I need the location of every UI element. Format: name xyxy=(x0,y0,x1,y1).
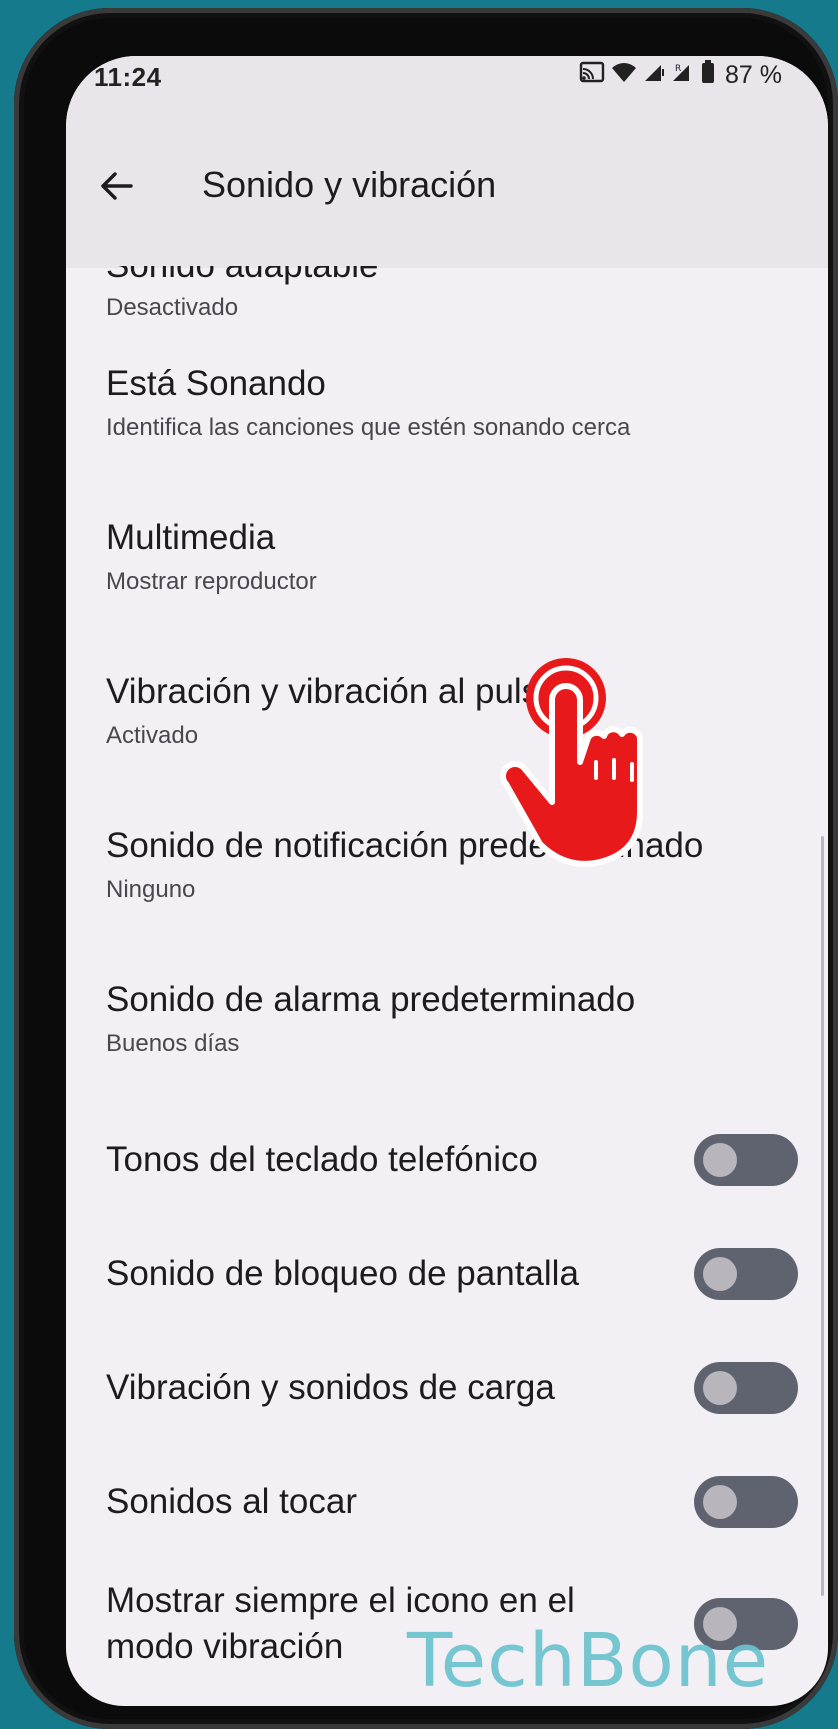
svg-text:R: R xyxy=(675,64,681,74)
settings-item-subtitle: Activado xyxy=(106,722,199,749)
status-time: 11:24 xyxy=(94,62,162,92)
switch-knob xyxy=(703,1143,737,1177)
settings-item-default-notification-sound[interactable]: Sonido de notificación predeterminado Ni… xyxy=(106,824,798,904)
settings-item-title: Multimedia xyxy=(106,518,276,557)
settings-item-subtitle: Desactivado xyxy=(106,294,239,321)
toggle-row-touch-sounds[interactable]: Sonidos al tocar xyxy=(106,1472,798,1532)
scrollbar[interactable] xyxy=(821,836,824,1596)
back-button[interactable] xyxy=(88,158,144,214)
status-icons: R 87 % xyxy=(579,60,782,91)
cast-icon xyxy=(579,61,605,90)
charging-sounds-switch[interactable] xyxy=(694,1362,798,1414)
battery-icon xyxy=(701,60,715,91)
dial-pad-tones-switch[interactable] xyxy=(694,1134,798,1186)
settings-item-subtitle: Identifica las canciones que estén sonan… xyxy=(106,414,631,441)
switch-knob xyxy=(703,1257,737,1291)
signal-roaming-icon: R xyxy=(671,61,695,90)
settings-item-title: Está Sonando xyxy=(106,364,326,403)
settings-item-subtitle: Mostrar reproductor xyxy=(106,568,317,595)
settings-item-subtitle: Ninguno xyxy=(106,876,196,903)
settings-item-now-playing[interactable]: Está Sonando Identifica las canciones qu… xyxy=(106,362,798,442)
signal-icon xyxy=(643,61,665,90)
toggle-label: Sonidos al tocar xyxy=(106,1482,357,1521)
app-bar: Sonido y vibración xyxy=(66,126,828,268)
status-bar: 11:24 R 87 % xyxy=(66,56,828,126)
screen-lock-sound-switch[interactable] xyxy=(694,1248,798,1300)
settings-item-vibration-haptics[interactable]: Vibración y vibración al pulsar Activado xyxy=(106,670,798,750)
switch-knob xyxy=(703,1371,737,1405)
toggle-row-dial-pad-tones[interactable]: Tonos del teclado telefónico xyxy=(106,1130,798,1190)
settings-item-media[interactable]: Multimedia Mostrar reproductor xyxy=(106,516,798,596)
page-title: Sonido y vibración xyxy=(202,164,497,205)
settings-item-title: Sonido de alarma predeterminado xyxy=(106,980,636,1019)
watermark-logo: TechBone xyxy=(407,1618,770,1704)
toggle-row-charging-sounds[interactable]: Vibración y sonidos de carga xyxy=(106,1358,798,1418)
settings-item-default-alarm-sound[interactable]: Sonido de alarma predeterminado Buenos d… xyxy=(106,978,798,1058)
phone-frame: 11:24 R 87 % Sonido y vibración Desactiv… xyxy=(14,8,838,1729)
wifi-icon xyxy=(611,61,637,90)
toggle-label: Sonido de bloqueo de pantalla xyxy=(106,1254,579,1293)
settings-item-title: Vibración y vibración al pulsar xyxy=(106,672,571,711)
arrow-left-icon xyxy=(101,172,133,200)
touch-sounds-switch[interactable] xyxy=(694,1476,798,1528)
screen: 11:24 R 87 % Sonido y vibración Desactiv… xyxy=(66,56,828,1706)
toggle-row-screen-lock-sound[interactable]: Sonido de bloqueo de pantalla xyxy=(106,1244,798,1304)
battery-percent: 87 % xyxy=(725,61,782,89)
settings-item-subtitle: Buenos días xyxy=(106,1030,240,1057)
tap-hand-icon xyxy=(500,658,643,867)
toggle-label: Vibración y sonidos de carga xyxy=(106,1368,555,1407)
toggle-label: Tonos del teclado telefónico xyxy=(106,1140,538,1179)
settings-item-title: Sonido de notificación predeterminado xyxy=(106,826,704,865)
switch-knob xyxy=(703,1485,737,1519)
